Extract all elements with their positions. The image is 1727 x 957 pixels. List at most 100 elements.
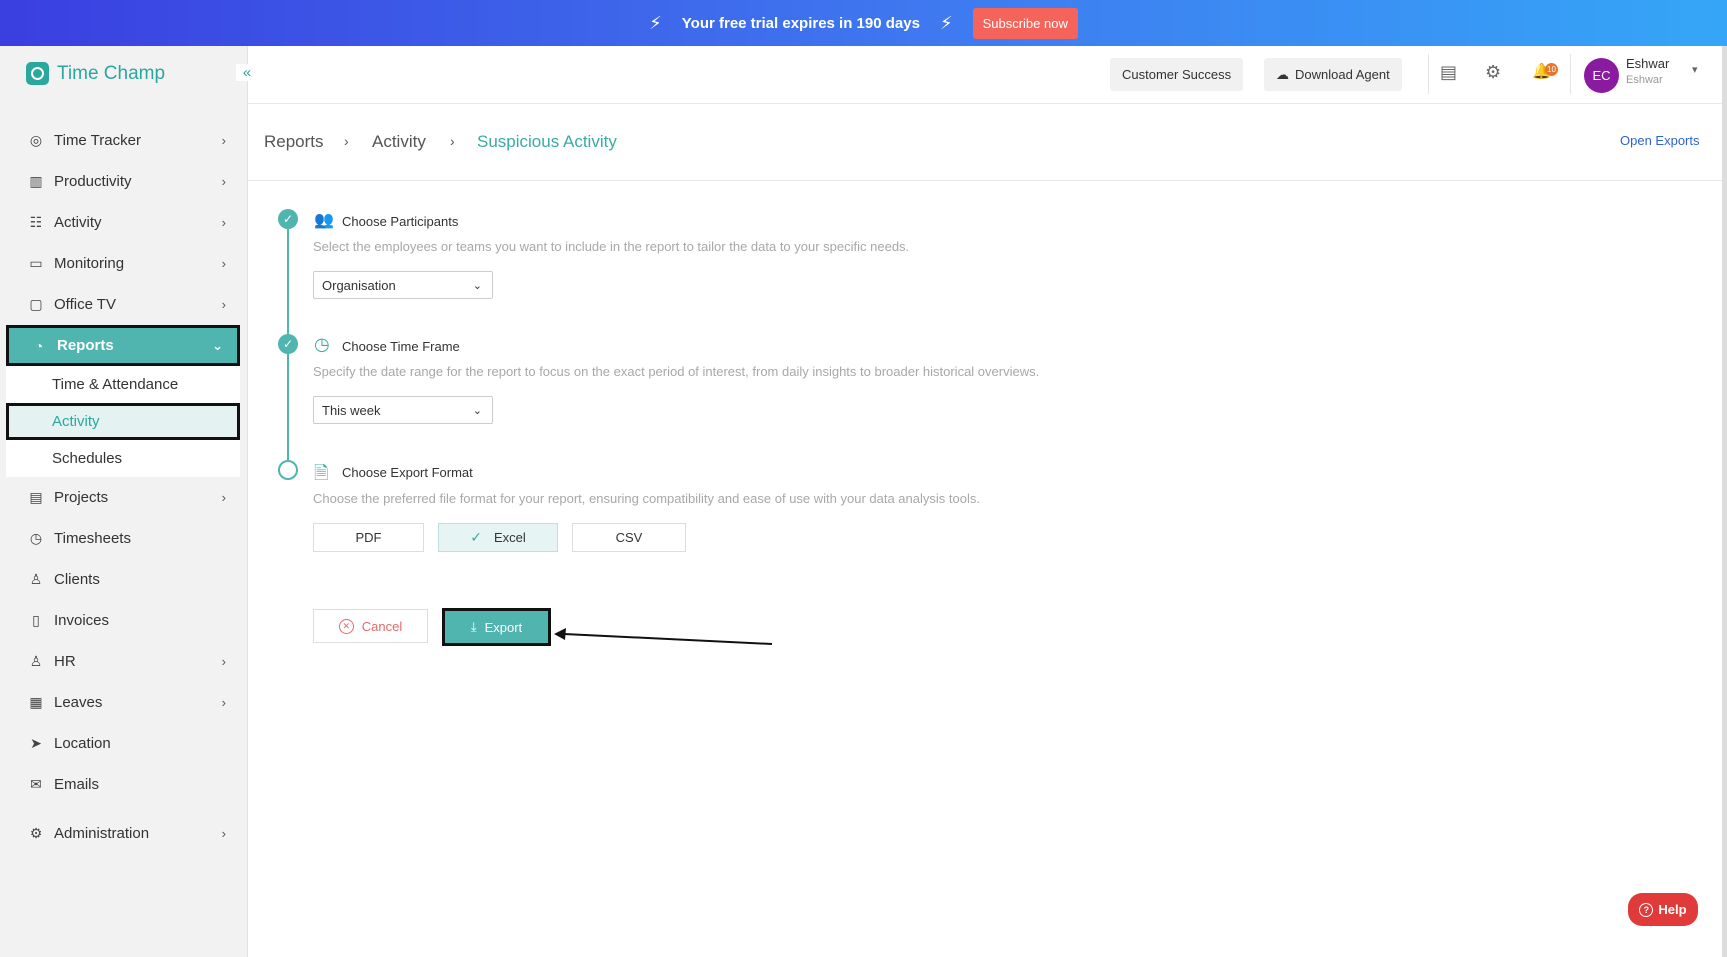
collapse-sidebar-icon[interactable]: « [236, 64, 258, 81]
sidebar: Time Champ ◎ Time Tracker › ▥ Productivi… [0, 46, 248, 957]
step-title-format: Choose Export Format [342, 465, 473, 480]
sidebar-item-productivity[interactable]: ▥ Productivity › [6, 161, 240, 202]
sidebar-item-clients[interactable]: ♙ Clients [6, 559, 240, 600]
target-icon: ◎ [29, 132, 43, 148]
sidebar-item-timesheets[interactable]: ◷ Timesheets [6, 518, 240, 559]
timeframe-select[interactable]: This week ⌄ [313, 396, 493, 424]
sidebar-item-label: Location [54, 735, 111, 752]
format-option-csv[interactable]: CSV [572, 523, 686, 552]
file-download-icon: 🗎 [314, 463, 329, 483]
download-agent-button[interactable]: ☁ Download Agent [1264, 58, 1402, 91]
sidebar-item-label: Emails [54, 776, 100, 793]
open-exports-link[interactable]: Open Exports [1620, 133, 1700, 148]
arrow-shaft [563, 633, 773, 645]
step-complete-check-icon: ✓ [278, 334, 298, 354]
check-icon: ✓ [470, 529, 482, 545]
step-complete-check-icon: ✓ [278, 209, 298, 229]
export-label: Export [484, 619, 523, 635]
sidebar-item-time-tracker[interactable]: ◎ Time Tracker › [6, 120, 240, 161]
pie-chart-icon: ◔ [34, 337, 44, 354]
sidebar-item-label: Activity [54, 214, 102, 231]
settings-icon[interactable]: ⚙ [1485, 62, 1501, 83]
step-title-timeframe: Choose Time Frame [342, 339, 460, 354]
sidebar-item-invoices[interactable]: ▯ Invoices [6, 600, 240, 641]
tv-icon: ▢ [29, 296, 43, 312]
calendar-icon: ▦ [29, 694, 43, 710]
sidebar-item-label: Monitoring [54, 255, 125, 272]
sidebar-item-administration[interactable]: ⚙ Administration › [6, 813, 240, 854]
sidebar-item-projects[interactable]: ▤ Projects › [6, 477, 240, 518]
clock-icon: ◷ [314, 334, 330, 354]
sidebar-item-location[interactable]: ➤ Location [6, 723, 240, 764]
sidebar-nav: ◎ Time Tracker › ▥ Productivity › ☷ Acti… [6, 120, 240, 854]
sidebar-item-office-tv[interactable]: ▢ Office TV › [6, 284, 240, 325]
submenu-item-activity[interactable]: Activity [6, 403, 240, 440]
help-question-icon: ? [1639, 902, 1654, 917]
format-option-excel[interactable]: ✓ Excel [438, 523, 558, 552]
sidebar-item-hr[interactable]: ♙ HR › [6, 641, 240, 682]
breadcrumb-activity[interactable]: Activity [372, 132, 426, 152]
bolt-icon: ⚡ [649, 12, 662, 33]
users-icon: 👥 [314, 212, 334, 229]
sidebar-item-label: Administration [54, 825, 150, 842]
breadcrumb-current: Suspicious Activity [477, 132, 617, 151]
submenu-item-time-attendance[interactable]: Time & Attendance [6, 366, 240, 403]
chevron-down-icon[interactable]: ▾ [1692, 63, 1698, 76]
breadcrumb-reports[interactable]: Reports [264, 132, 324, 152]
app-logo[interactable]: Time Champ [26, 62, 165, 85]
submenu-item-schedules[interactable]: Schedules [6, 440, 240, 477]
chevron-down-icon: ⌄ [212, 337, 223, 353]
step-desc-participants: Select the employees or teams you want t… [313, 239, 910, 254]
sidebar-item-label: Projects [54, 489, 109, 506]
sidebar-item-label: Office TV [54, 296, 116, 313]
format-label: CSV [615, 530, 643, 545]
scrollbar[interactable] [1722, 46, 1727, 957]
step-pending-circle [278, 460, 298, 480]
format-option-pdf[interactable]: PDF [313, 523, 424, 552]
invoice-icon: ▯ [32, 612, 40, 628]
sidebar-item-label: Clients [54, 571, 100, 588]
sidebar-item-leaves[interactable]: ▦ Leaves › [6, 682, 240, 723]
sidebar-item-label: Reports [57, 337, 114, 354]
cancel-button[interactable]: ✕ Cancel [313, 609, 428, 643]
sidebar-item-activity[interactable]: ☷ Activity › [6, 202, 240, 243]
customer-success-button[interactable]: Customer Success [1110, 58, 1244, 91]
divider [1570, 54, 1571, 94]
chevron-down-icon: ⌄ [472, 279, 482, 292]
sidebar-item-reports[interactable]: ◔ Reports ⌄ [6, 325, 240, 366]
cancel-label: Cancel [361, 618, 403, 634]
sidebar-item-emails[interactable]: ✉ Emails [6, 764, 240, 805]
export-button[interactable]: ⤓ Export [442, 608, 551, 646]
briefcase-icon: ▤ [29, 489, 43, 505]
step-desc-format: Choose the preferred file format for you… [313, 491, 980, 506]
customer-success-label: Customer Success [1122, 67, 1232, 82]
sidebar-item-label: Leaves [54, 694, 103, 711]
timeframe-value: This week [322, 402, 381, 418]
step-title-participants: Choose Participants [342, 214, 459, 229]
clock-icon: ◷ [29, 530, 43, 546]
user-subtitle: Eshwar [1626, 74, 1663, 86]
sidebar-item-label: Invoices [54, 612, 110, 629]
avatar[interactable]: EC [1584, 58, 1619, 93]
mail-icon: ✉ [30, 776, 42, 792]
chevron-right-icon: › [221, 695, 226, 710]
user-name[interactable]: Eshwar [1626, 56, 1669, 71]
step-desc-timeframe: Specify the date range for the report to… [313, 364, 1040, 379]
person-icon: ♙ [29, 653, 43, 669]
location-arrow-icon: ➤ [30, 735, 42, 751]
sidebar-item-label: HR [54, 653, 76, 670]
download-icon: ⤓ [470, 619, 477, 634]
sidebar-item-monitoring[interactable]: ▭ Monitoring › [6, 243, 240, 284]
participants-select[interactable]: Organisation ⌄ [313, 271, 493, 299]
document-icon[interactable]: ▤ [1440, 62, 1457, 83]
format-label: PDF [355, 530, 382, 545]
sidebar-item-label: Productivity [54, 173, 132, 190]
trial-banner: ⚡ Your free trial expires in 190 days ⚡ … [0, 0, 1727, 46]
subscribe-button[interactable]: Subscribe now [972, 7, 1078, 39]
chevron-down-icon: ⌄ [472, 404, 482, 417]
bar-chart-icon: ▥ [29, 173, 43, 189]
chevron-right-icon: › [221, 654, 226, 669]
annotation-arrow [554, 628, 773, 645]
help-button[interactable]: ? Help [1628, 893, 1698, 926]
chevron-right-icon: › [221, 256, 226, 271]
